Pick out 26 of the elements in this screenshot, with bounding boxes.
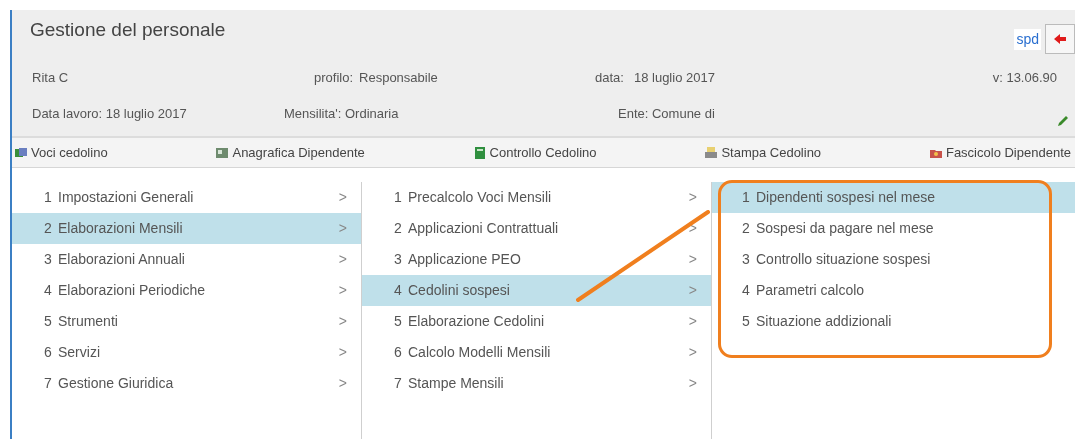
toolbar-button[interactable]: Fascicolo Dipendente	[928, 142, 1071, 163]
user-name: Rita C	[32, 69, 70, 88]
entity-label: Ente: Comune di	[618, 105, 716, 124]
month-label: Mensilita': Ordinaria	[284, 105, 400, 124]
menu-item[interactable]: 1 Dipendenti sospesi nel mese	[712, 182, 1075, 213]
book-icon	[472, 145, 487, 160]
id-card-icon	[215, 145, 230, 160]
date-label: data:	[595, 69, 624, 88]
brand-label: spd	[1014, 28, 1041, 50]
printer-icon	[704, 145, 719, 160]
toolbar-button[interactable]: Anagrafica Dipendente	[215, 142, 365, 163]
back-button[interactable]	[1045, 24, 1075, 54]
toolbar-button[interactable]: Stampa Cedolino	[704, 142, 822, 163]
profile-value: Responsabile	[359, 69, 439, 88]
window-title: Gestione del personale	[30, 18, 226, 42]
date-value: 18 luglio 2017	[633, 69, 716, 88]
version-label: v: 13.06.90	[992, 69, 1057, 88]
pencil-icon	[1057, 115, 1069, 127]
toolbar-button[interactable]: Controllo Cedolino	[472, 142, 597, 163]
toolbar-button[interactable]: Voci cedolino	[14, 142, 108, 163]
arrow-left-icon	[1054, 33, 1066, 45]
profile-label: profilo:	[314, 69, 354, 88]
tags-icon	[14, 145, 28, 160]
menu-item[interactable]: 4 Cedolini sospesi >	[362, 275, 711, 306]
work-date-label: Data lavoro: 18 luglio 2017	[32, 105, 188, 124]
menu-item[interactable]: 2 Elaborazioni Mensili >	[12, 213, 361, 244]
